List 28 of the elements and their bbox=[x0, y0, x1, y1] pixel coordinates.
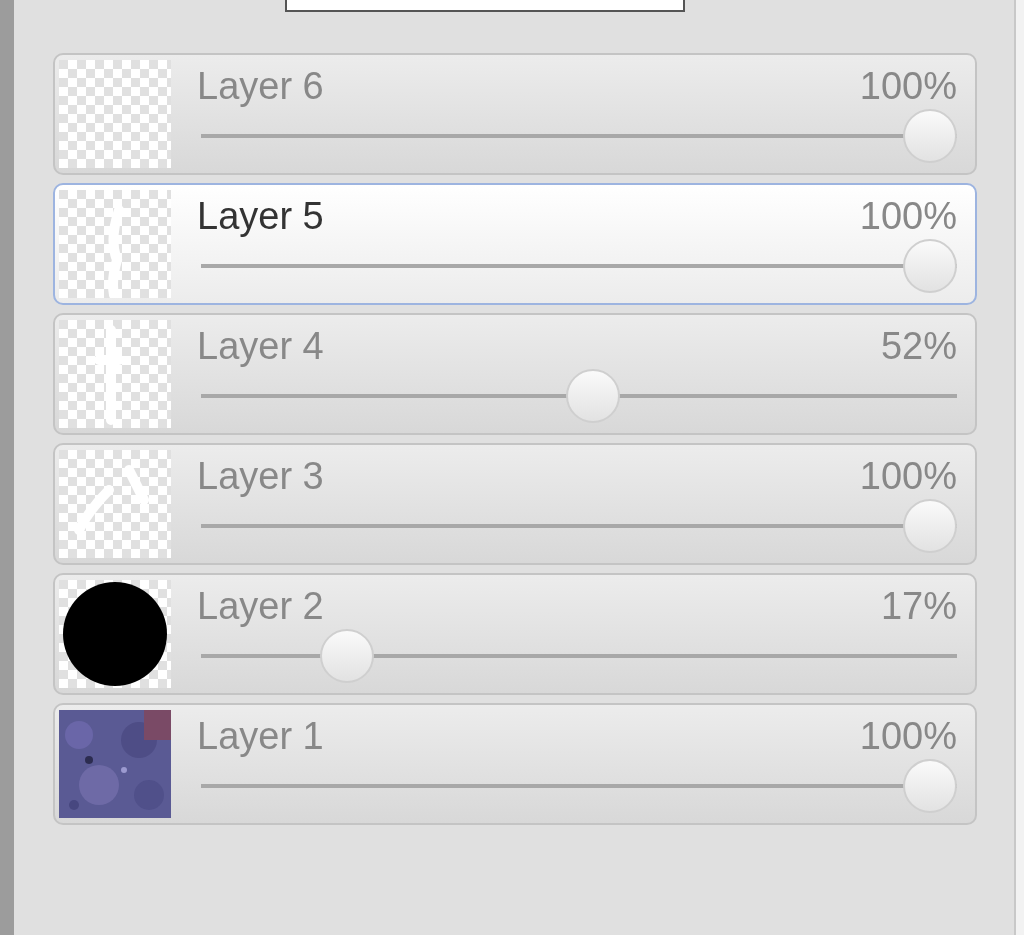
opacity-value: 100% bbox=[859, 715, 957, 758]
checkerboard-thumbnail-icon bbox=[59, 320, 171, 428]
checkerboard-thumbnail-icon bbox=[59, 190, 171, 298]
slider-handle[interactable] bbox=[903, 499, 957, 553]
layer-row[interactable]: Layer 1 100% bbox=[53, 703, 977, 825]
layer-name: Layer 6 bbox=[197, 65, 324, 108]
layer-row[interactable]: Layer 4 52% bbox=[53, 313, 977, 435]
layer-name: Layer 3 bbox=[197, 455, 324, 498]
slider-handle[interactable] bbox=[903, 759, 957, 813]
layer-name: Layer 1 bbox=[197, 715, 324, 758]
opacity-value: 100% bbox=[859, 195, 957, 238]
slider-handle[interactable] bbox=[903, 109, 957, 163]
layer-row[interactable]: Layer 3 100% bbox=[53, 443, 977, 565]
circle-thumbnail-icon bbox=[59, 580, 171, 688]
opacity-value: 100% bbox=[859, 455, 957, 498]
layer-name: Layer 2 bbox=[197, 585, 324, 628]
opacity-value: 52% bbox=[880, 325, 957, 368]
layer-row[interactable]: Layer 6 100% bbox=[53, 53, 977, 175]
checkerboard-thumbnail-icon bbox=[59, 60, 171, 168]
layer-row[interactable]: Layer 2 17% bbox=[53, 573, 977, 695]
opacity-value: 100% bbox=[859, 65, 957, 108]
layer-name: Layer 5 bbox=[197, 195, 324, 238]
layer-row[interactable]: Layer 5 100% bbox=[53, 183, 977, 305]
name-field[interactable] bbox=[285, 0, 685, 12]
layer-name: Layer 4 bbox=[197, 325, 324, 368]
slider-handle[interactable] bbox=[903, 239, 957, 293]
opacity-value: 17% bbox=[880, 585, 957, 628]
checkerboard-thumbnail-icon bbox=[59, 450, 171, 558]
